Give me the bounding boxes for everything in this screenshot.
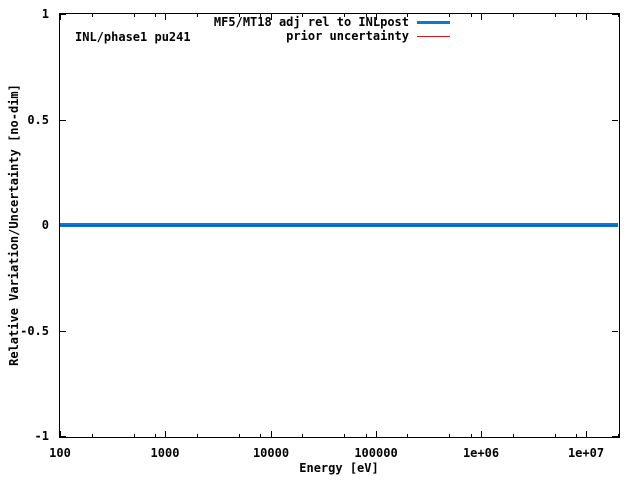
x-minor-tick-mirror: [239, 14, 240, 17]
x-minor-tick: [471, 434, 472, 437]
x-minor-tick-mirror: [92, 14, 93, 17]
x-minor-tick: [513, 434, 514, 437]
legend-label: prior uncertainty: [286, 29, 409, 43]
y-tick-label: -1: [0, 429, 49, 443]
x-major-tick-mirror: [165, 14, 166, 20]
x-minor-tick: [197, 434, 198, 437]
x-minor-tick: [260, 434, 261, 437]
x-major-tick: [165, 431, 166, 437]
x-minor-tick-mirror: [407, 14, 408, 17]
x-tick-label: 1e+06: [463, 446, 499, 460]
x-major-tick: [481, 431, 482, 437]
x-minor-tick: [407, 434, 408, 437]
x-minor-tick: [344, 434, 345, 437]
series-line-prior: [60, 225, 618, 226]
y-tick-mirror: [612, 120, 618, 121]
y-tick: [60, 436, 66, 437]
x-tick-label: 100000: [354, 446, 397, 460]
x-minor-tick: [155, 434, 156, 437]
x-minor-tick-mirror: [134, 14, 135, 17]
legend-label: MF5/MT18 adj rel to INLpost: [214, 15, 409, 29]
x-minor-tick: [449, 434, 450, 437]
y-tick-label: -0.5: [0, 324, 49, 338]
x-tick-label: 100: [49, 446, 71, 460]
x-minor-tick: [366, 434, 367, 437]
x-minor-tick-mirror: [576, 14, 577, 17]
x-axis-label: Energy [eV]: [299, 461, 378, 475]
legend-line-sample: [417, 36, 450, 37]
y-tick-label: 0: [0, 218, 49, 232]
x-minor-tick-mirror: [618, 14, 619, 17]
y-tick: [60, 331, 66, 332]
x-minor-tick: [134, 434, 135, 437]
legend-row: MF5/MT18 adj rel to INLpost: [214, 15, 450, 29]
y-tick-label: 1: [0, 7, 49, 21]
y-tick-mirror: [612, 331, 618, 332]
y-tick-mirror: [612, 436, 618, 437]
x-minor-tick-mirror: [513, 14, 514, 17]
y-tick: [60, 120, 66, 121]
x-major-tick-mirror: [271, 14, 272, 20]
y-tick-mirror: [612, 14, 618, 15]
x-minor-tick-mirror: [302, 14, 303, 17]
x-minor-tick: [555, 434, 556, 437]
x-minor-tick-mirror: [260, 14, 261, 17]
plot-annotation: INL/phase1 pu241: [75, 30, 191, 44]
legend-line-sample: [417, 21, 450, 24]
y-tick: [60, 14, 66, 15]
x-minor-tick-mirror: [344, 14, 345, 17]
x-minor-tick: [92, 434, 93, 437]
gnuplot-chart: Relative Variation/Uncertainty [no-dim] …: [0, 0, 640, 480]
y-tick-label: 0.5: [0, 113, 49, 127]
legend: MF5/MT18 adj rel to INLpostprior uncerta…: [214, 15, 450, 43]
x-major-tick: [586, 431, 587, 437]
x-tick-label: 1e+07: [568, 446, 604, 460]
x-major-tick-mirror: [481, 14, 482, 20]
x-major-tick: [271, 431, 272, 437]
x-minor-tick-mirror: [449, 14, 450, 17]
x-minor-tick: [618, 434, 619, 437]
x-minor-tick: [239, 434, 240, 437]
x-minor-tick: [302, 434, 303, 437]
x-minor-tick-mirror: [197, 14, 198, 17]
legend-row: prior uncertainty: [214, 29, 450, 43]
x-major-tick: [376, 431, 377, 437]
x-minor-tick-mirror: [555, 14, 556, 17]
x-minor-tick-mirror: [366, 14, 367, 17]
x-minor-tick: [576, 434, 577, 437]
x-tick-label: 1000: [151, 446, 180, 460]
x-tick-label: 10000: [253, 446, 289, 460]
x-major-tick-mirror: [376, 14, 377, 20]
x-minor-tick-mirror: [471, 14, 472, 17]
x-major-tick-mirror: [586, 14, 587, 20]
x-minor-tick-mirror: [155, 14, 156, 17]
